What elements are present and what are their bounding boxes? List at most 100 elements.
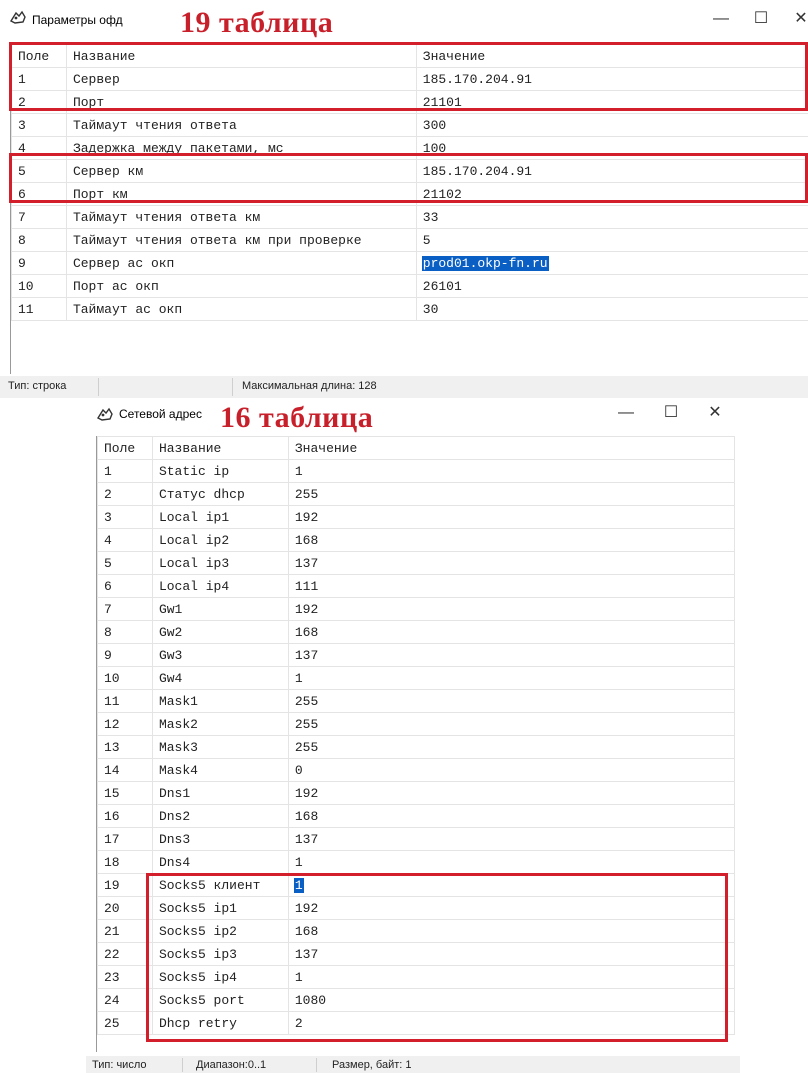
cell-field[interactable]: 3	[11, 113, 67, 137]
table-row[interactable]: 1 Static ip 1	[97, 459, 736, 483]
table-row[interactable]: 6 Local ip4 111	[97, 574, 736, 598]
cell-field[interactable]: 1	[97, 459, 153, 483]
cell-value[interactable]: 168	[287, 528, 736, 552]
cell-value[interactable]: 0	[287, 758, 736, 782]
table-row[interactable]: 17 Dns3 137	[97, 827, 736, 851]
cell-value[interactable]: 5	[415, 228, 808, 252]
maximize-button[interactable]: ☐	[656, 400, 686, 426]
cell-name[interactable]: Gw1	[151, 597, 289, 621]
cell-field[interactable]: 11	[11, 297, 67, 321]
table-row[interactable]: 10 Порт ас окп 26101	[11, 274, 808, 298]
cell-field[interactable]: 15	[97, 781, 153, 805]
cell-field[interactable]: 11	[97, 689, 153, 713]
cell-value[interactable]: 26101	[415, 274, 808, 298]
cell-name[interactable]: Mask3	[151, 735, 289, 759]
cell-value[interactable]: 137	[287, 551, 736, 575]
cell-field[interactable]: 17	[97, 827, 153, 851]
cell-field[interactable]: 19	[97, 873, 153, 897]
cell-name[interactable]: Mask2	[151, 712, 289, 736]
table-row[interactable]: 14 Mask4 0	[97, 758, 736, 782]
table-row[interactable]: 3 Таймаут чтения ответа 300	[11, 113, 808, 137]
cell-field[interactable]: 9	[97, 643, 153, 667]
cell-field[interactable]: 12	[97, 712, 153, 736]
cell-value[interactable]: prod01.okp-fn.ru	[415, 251, 808, 275]
table-row[interactable]: 10 Gw4 1	[97, 666, 736, 690]
cell-field[interactable]: 10	[11, 274, 67, 298]
cell-value[interactable]: 255	[287, 712, 736, 736]
cell-field[interactable]: 22	[97, 942, 153, 966]
cell-value[interactable]: 192	[287, 781, 736, 805]
cell-name[interactable]: Mask1	[151, 689, 289, 713]
cell-field[interactable]: 13	[97, 735, 153, 759]
cell-name[interactable]: Static ip	[151, 459, 289, 483]
table-row[interactable]: 11 Mask1 255	[97, 689, 736, 713]
cell-value[interactable]: 168	[287, 804, 736, 828]
minimize-button[interactable]: —	[611, 400, 641, 426]
cell-name[interactable]: Статус dhcp	[151, 482, 289, 506]
cell-name[interactable]: Таймаут чтения ответа км	[65, 205, 417, 229]
table-row[interactable]: 2 Статус dhcp 255	[97, 482, 736, 506]
cell-value[interactable]: 192	[287, 505, 736, 529]
table-row[interactable]: 8 Таймаут чтения ответа км при проверке 5	[11, 228, 808, 252]
cell-field[interactable]: 7	[97, 597, 153, 621]
column-header-value[interactable]: Значение	[287, 436, 736, 460]
minimize-button[interactable]: —	[706, 6, 736, 32]
cell-value[interactable]: 300	[415, 113, 808, 137]
cell-name[interactable]: Local ip4	[151, 574, 289, 598]
cell-name[interactable]: Local ip1	[151, 505, 289, 529]
cell-name[interactable]: Dns3	[151, 827, 289, 851]
table-row[interactable]: 12 Mask2 255	[97, 712, 736, 736]
cell-value[interactable]: 192	[287, 597, 736, 621]
cell-name[interactable]: Local ip2	[151, 528, 289, 552]
column-header-field[interactable]: Поле	[97, 436, 153, 460]
cell-field[interactable]: 8	[97, 620, 153, 644]
cell-value[interactable]: 255	[287, 689, 736, 713]
cell-field[interactable]: 5	[97, 551, 153, 575]
cell-value[interactable]: 255	[287, 482, 736, 506]
maximize-button[interactable]: ☐	[746, 6, 776, 32]
table-row[interactable]: 5 Local ip3 137	[97, 551, 736, 575]
table-row[interactable]: 4 Local ip2 168	[97, 528, 736, 552]
table-row[interactable]: 7 Gw1 192	[97, 597, 736, 621]
cell-value[interactable]: 1	[287, 666, 736, 690]
close-button[interactable]: ✕	[786, 6, 808, 32]
cell-name[interactable]: Gw2	[151, 620, 289, 644]
cell-name[interactable]: Порт ас окп	[65, 274, 417, 298]
cell-value[interactable]: 168	[287, 620, 736, 644]
cell-value[interactable]: 111	[287, 574, 736, 598]
table-row[interactable]: 11 Таймаут ас окп 30	[11, 297, 808, 321]
cell-field[interactable]: 25	[97, 1011, 153, 1035]
table-row[interactable]: 16 Dns2 168	[97, 804, 736, 828]
cell-value[interactable]: 255	[287, 735, 736, 759]
top-titlebar[interactable]: Параметры офд 19 таблица — ☐ ✕	[0, 0, 808, 39]
cell-value[interactable]: 137	[287, 643, 736, 667]
cell-name[interactable]: Dns1	[151, 781, 289, 805]
table-row[interactable]: 18 Dns4 1	[97, 850, 736, 874]
cell-field[interactable]: 10	[97, 666, 153, 690]
cell-field[interactable]: 8	[11, 228, 67, 252]
table-row[interactable]: 7 Таймаут чтения ответа км 33	[11, 205, 808, 229]
cell-name[interactable]: Gw3	[151, 643, 289, 667]
cell-value[interactable]: 137	[287, 827, 736, 851]
cell-name[interactable]: Dns4	[151, 850, 289, 874]
cell-field[interactable]: 23	[97, 965, 153, 989]
cell-name[interactable]: Dns2	[151, 804, 289, 828]
table-row[interactable]: 9 Сервер ас окп prod01.okp-fn.ru	[11, 251, 808, 275]
cell-field[interactable]: 4	[97, 528, 153, 552]
cell-value[interactable]: 1	[287, 459, 736, 483]
bottom-titlebar[interactable]: Сетевой адрес 16 таблица — ☐ ✕	[86, 398, 740, 434]
cell-field[interactable]: 20	[97, 896, 153, 920]
cell-name[interactable]: Сервер ас окп	[65, 251, 417, 275]
cell-field[interactable]: 7	[11, 205, 67, 229]
cell-name[interactable]: Таймаут чтения ответа	[65, 113, 417, 137]
cell-field[interactable]: 18	[97, 850, 153, 874]
cell-field[interactable]: 24	[97, 988, 153, 1012]
table-row[interactable]: 9 Gw3 137	[97, 643, 736, 667]
table-row[interactable]: 13 Mask3 255	[97, 735, 736, 759]
cell-field[interactable]: 9	[11, 251, 67, 275]
cell-name[interactable]: Mask4	[151, 758, 289, 782]
cell-field[interactable]: 3	[97, 505, 153, 529]
cell-value[interactable]: 33	[415, 205, 808, 229]
cell-name[interactable]: Таймаут ас окп	[65, 297, 417, 321]
cell-name[interactable]: Таймаут чтения ответа км при проверке	[65, 228, 417, 252]
